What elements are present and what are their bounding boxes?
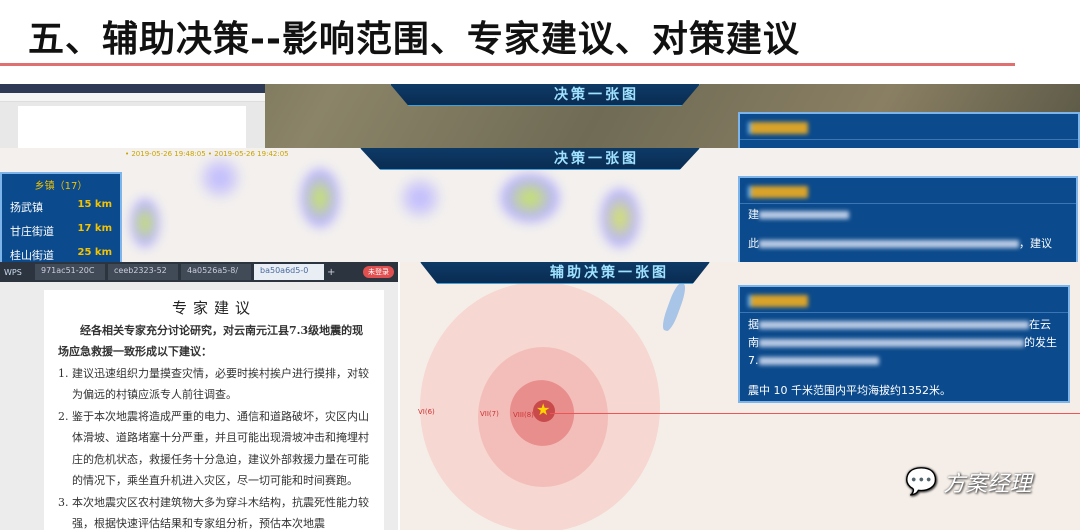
wps-document-window: WPS 971ac51-20C ceeb2323-52 4a0526a5-8/ … <box>0 262 398 530</box>
town-distance-panel: 乡镇（17） 扬武镇 15 km 甘庄街道 17 km 桂山街道 25 km <box>0 172 122 262</box>
doc-item: 2. 鉴于本次地震将造成严重的电力、通信和道路破坏，灾区内山体滑坡、道路堵塞十分… <box>58 409 369 488</box>
heatmap-screenshot: • 2019-05-26 19:48:05 • 2019-05-26 19:42… <box>0 148 1080 262</box>
panel-title: 乡镇（17） <box>34 181 88 192</box>
wechat-icon: 💬 <box>905 467 938 497</box>
intensity-label: VIII(8) <box>513 411 534 419</box>
new-tab-icon[interactable]: + <box>327 267 335 278</box>
wps-tab-bar: WPS 971ac51-20C ceeb2323-52 4a0526a5-8/ … <box>0 262 398 282</box>
map-banner: 辅助决策一张图 <box>420 262 710 284</box>
intensity-label: VI(6) <box>418 408 435 416</box>
alert-ticker: • 2019-05-26 19:48:05 • 2019-05-26 19:42… <box>125 150 289 158</box>
satellite-map-screenshot: 决策一张图 <box>0 84 1080 150</box>
login-button[interactable]: 未登录 <box>363 266 394 278</box>
doc-tab-active[interactable]: ba50a6d5-0 <box>254 264 324 280</box>
slide-title: 五、辅助决策--影响范围、专家建议、对策建议 <box>28 19 800 60</box>
epicenter-star-icon[interactable]: ★ <box>536 400 550 419</box>
intensity-label: VII(7) <box>480 410 499 418</box>
town-row[interactable]: 桂山街道 25 km <box>2 243 120 262</box>
info-panel-middle: 建 此，建议 <box>738 176 1078 262</box>
info-panel-top <box>738 112 1080 150</box>
town-row[interactable]: 扬武镇 15 km <box>2 195 120 219</box>
doc-item: 1. 建议迅速组织力量摸查灾情，必要时挨村挨户进行摸排，对较为偏远的村镇应派专人… <box>58 366 369 402</box>
doc-item: 3. 本次地震灾区农村建筑物大多为穿斗木结构，抗震死性能力较强，根据快速评估结果… <box>58 495 369 530</box>
doc-intro: 经各相关专家充分讨论研究，对云南元江县7.3级地震的现场应急救援一致形成以下建议… <box>58 323 364 359</box>
wps-window-small <box>0 84 265 150</box>
map-banner: 决策一张图 <box>360 148 700 170</box>
altitude-text: 震中 10 千米范围内平均海拔约1352米。 <box>748 384 951 397</box>
doc-tab[interactable]: 4a0526a5-8/ <box>181 264 251 280</box>
document-page: 专家建议 经各相关专家充分讨论研究，对云南元江县7.3级地震的现场应急救援一致形… <box>44 290 384 530</box>
title-underline <box>0 63 1015 66</box>
distance-line <box>550 413 1080 414</box>
town-row[interactable]: 甘庄街道 17 km <box>2 219 120 243</box>
info-panel-bottom: 据在云 南的发生 7. 震中 10 千米范围内平均海拔约1352米。 <box>738 285 1070 403</box>
doc-tab[interactable]: 971ac51-20C <box>35 264 105 280</box>
doc-tab[interactable]: ceeb2323-52 <box>108 264 178 280</box>
watermark: 💬 方案经理 <box>905 467 1032 497</box>
doc-heading: 专家建议 <box>171 299 256 317</box>
map-banner: 决策一张图 <box>390 84 700 106</box>
lake <box>659 281 689 333</box>
wps-app-button[interactable]: WPS <box>4 268 32 277</box>
